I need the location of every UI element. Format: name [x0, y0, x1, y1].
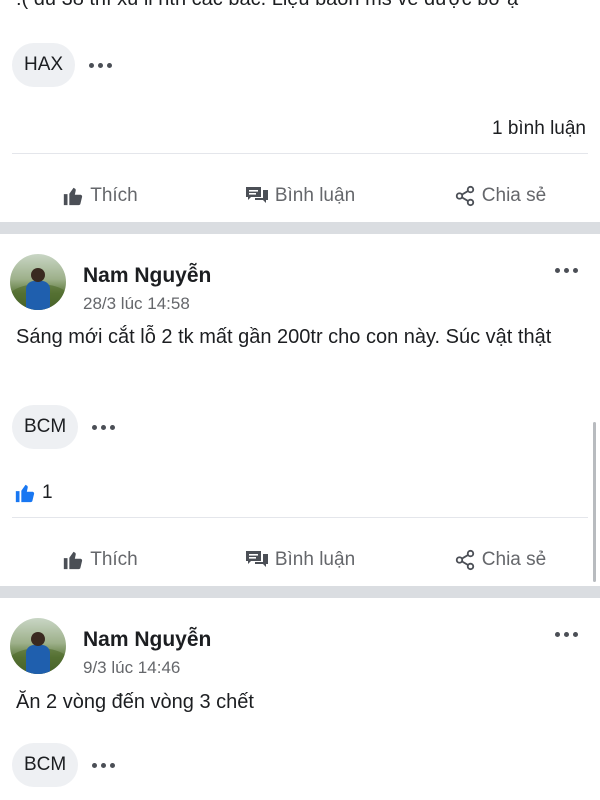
share-label: Chia sẻ	[481, 185, 547, 206]
post-text: :( đu 38 thì xu li nth các bác. Liệu bao…	[16, 0, 518, 11]
stock-tag[interactable]: HAX	[12, 43, 76, 87]
post-separator	[0, 586, 600, 598]
comment-label: Bình luận	[274, 185, 356, 206]
author-name[interactable]: Nam Nguyễn	[83, 264, 211, 288]
more-dots-icon[interactable]	[92, 424, 116, 430]
comment-button[interactable]: Bình luận	[200, 185, 400, 207]
thumbs-up-icon	[64, 551, 83, 570]
reaction-count[interactable]: 1	[14, 482, 53, 504]
tag-row: BCM	[12, 743, 116, 787]
post-text: Ăn 2 vòng đến vòng 3 chết	[16, 691, 254, 713]
more-dots-icon[interactable]	[555, 268, 578, 273]
thumbs-up-icon	[15, 484, 35, 503]
divider	[12, 517, 588, 518]
tag-row: HAX	[12, 43, 113, 87]
post-stats: 1	[0, 474, 600, 514]
stock-tag[interactable]: BCM	[12, 405, 79, 449]
tag-row: BCM	[12, 405, 116, 449]
avatar[interactable]	[10, 254, 66, 310]
post-time[interactable]: 9/3 lúc 14:46	[83, 658, 180, 678]
comment-bubble-icon	[245, 187, 268, 203]
post-separator	[0, 222, 600, 234]
scrollbar[interactable]	[593, 422, 596, 582]
thumbs-up-icon	[64, 187, 83, 206]
post-header: Nam Nguyễn 28/3 lúc 14:58	[0, 246, 600, 316]
more-dots-icon[interactable]	[555, 632, 578, 637]
share-button[interactable]: Chia sẻ	[400, 185, 600, 207]
like-count: 1	[42, 482, 53, 503]
stock-tag[interactable]: BCM	[12, 743, 79, 787]
comment-label: Bình luận	[274, 549, 356, 570]
post-1: :( đu 38 thì xu li nth các bác. Liệu bao…	[0, 0, 600, 222]
post-time[interactable]: 28/3 lúc 14:58	[83, 294, 190, 314]
post-stats: 1 bình luận	[0, 110, 600, 150]
post-header: Nam Nguyễn 9/3 lúc 14:46	[0, 610, 600, 680]
like-label: Thích	[90, 549, 138, 570]
author-name[interactable]: Nam Nguyễn	[83, 628, 211, 652]
share-icon	[455, 549, 474, 571]
avatar[interactable]	[10, 618, 66, 674]
divider	[12, 153, 588, 154]
action-bar: Thích Bình luận Chia sẻ	[0, 171, 600, 221]
like-label: Thích	[90, 185, 138, 206]
share-button[interactable]: Chia sẻ	[400, 549, 600, 571]
post-text: Sáng mới cắt lỗ 2 tk mất gần 200tr cho c…	[16, 326, 552, 348]
like-button[interactable]: Thích	[0, 549, 200, 571]
post-3: Nam Nguyễn 9/3 lúc 14:46 Ăn 2 vòng đến v…	[0, 598, 600, 800]
like-button[interactable]: Thích	[0, 185, 200, 207]
comment-button[interactable]: Bình luận	[200, 549, 400, 571]
comment-count[interactable]: 1 bình luận	[492, 118, 586, 140]
more-dots-icon[interactable]	[89, 62, 113, 68]
comment-bubble-icon	[245, 551, 268, 567]
share-label: Chia sẻ	[481, 549, 547, 570]
share-icon	[455, 185, 474, 207]
post-2: Nam Nguyễn 28/3 lúc 14:58 Sáng mới cắt l…	[0, 234, 600, 586]
more-dots-icon[interactable]	[92, 762, 116, 768]
action-bar: Thích Bình luận Chia sẻ	[0, 535, 600, 585]
